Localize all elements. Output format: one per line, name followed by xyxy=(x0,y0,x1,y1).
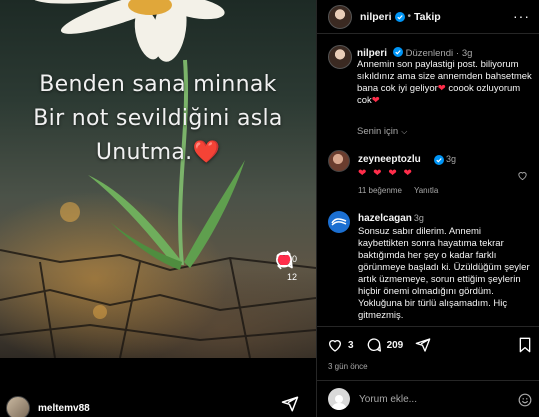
post-panel: nilperi • Takip ··· nilperi Düzenlendi ·… xyxy=(316,0,539,417)
overlay-text-line-1: Benden sana minnak xyxy=(39,72,277,97)
edited-label: Düzenlendi xyxy=(405,48,454,59)
comment-input[interactable] xyxy=(359,393,499,405)
author-avatar[interactable] xyxy=(328,4,352,29)
reel-action-bar: 90 12 xyxy=(274,250,310,290)
caption-text: Annemin son paylastigi post. biliyorum s… xyxy=(357,59,535,107)
emoji-icon[interactable] xyxy=(518,393,532,407)
overlay-text-line-3-label: Unutma. xyxy=(95,140,193,165)
reel-author[interactable]: meltemv88 xyxy=(6,396,90,417)
reel-video[interactable]: Benden sana minnak Bir not sevildiğini a… xyxy=(0,0,316,358)
see-translation-label[interactable]: Senin için xyxy=(357,126,398,137)
caption-dot: · xyxy=(455,48,460,59)
post-comment-count[interactable]: 209 xyxy=(387,340,404,351)
caption-time: 3g xyxy=(461,48,473,59)
send-icon[interactable] xyxy=(415,337,431,353)
post-like-count[interactable]: 3 xyxy=(348,340,354,351)
see-translation-link[interactable]: Senin için ⌵ xyxy=(357,126,407,137)
verified-badge-icon xyxy=(392,47,403,57)
comment-time: 3g xyxy=(413,213,424,223)
reel-author-avatar[interactable] xyxy=(6,396,30,417)
commenter-username[interactable]: hazelcagan xyxy=(358,213,412,224)
user-placeholder-icon xyxy=(331,395,347,410)
bookmark-icon[interactable] xyxy=(518,337,532,353)
overlay-text-line-2: Bir not sevildiğini asla xyxy=(33,106,283,131)
send-icon[interactable] xyxy=(281,395,299,413)
daisy-illustration xyxy=(0,0,316,358)
follow-button[interactable]: Takip xyxy=(414,11,441,23)
reply-button[interactable]: Yanıtla xyxy=(414,186,438,195)
comment-text: Sonsuz sabır dilerim. Annemi kaybettikte… xyxy=(358,226,530,321)
add-comment-bar xyxy=(317,380,539,417)
red-heart-emoji-icon: ❤️ xyxy=(192,140,221,165)
commenter-line: hazelcagan 3g xyxy=(358,213,424,224)
action-row: 3 209 xyxy=(327,337,431,353)
heart-emoji-icon: ❤ xyxy=(437,83,446,94)
wave-logo-icon xyxy=(331,218,347,226)
commenter-avatar[interactable] xyxy=(328,211,350,233)
current-user-avatar xyxy=(328,388,350,410)
caption-header: nilperi Düzenlendi · 3g xyxy=(357,47,472,59)
verified-badge-icon xyxy=(434,155,444,165)
post-actions: 3 209 3 gün önce xyxy=(317,326,539,371)
heart-emoji-icon: ❤ xyxy=(371,95,380,106)
separator-dot: • xyxy=(407,11,412,22)
heart-icon[interactable] xyxy=(517,170,528,181)
reel-author-username[interactable]: meltemv88 xyxy=(38,403,90,414)
chevron-down-icon: ⌵ xyxy=(401,127,408,136)
overlay-text-line-3: Unutma.❤️ xyxy=(0,140,316,165)
post-time-ago: 3 gün önce xyxy=(328,362,368,371)
commenter-avatar[interactable] xyxy=(328,150,350,172)
comment-icon[interactable] xyxy=(366,337,382,353)
caption-author-avatar[interactable] xyxy=(328,45,352,69)
comments-list[interactable]: nilperi Düzenlendi · 3g Annemin son payl… xyxy=(317,35,539,325)
repost-icon[interactable] xyxy=(274,250,294,270)
commenter-username[interactable]: zeyneeptozlu xyxy=(358,154,421,165)
more-icon[interactable]: ··· xyxy=(513,9,530,23)
author-username[interactable]: nilperi xyxy=(360,11,392,23)
caption-author[interactable]: nilperi xyxy=(357,48,387,59)
verified-badge-icon xyxy=(394,11,405,22)
comment-time: 3g xyxy=(446,154,457,164)
comment-likes[interactable]: 11 beğenme xyxy=(358,186,402,195)
post-header: nilperi • Takip ··· xyxy=(317,0,539,34)
comment-text: ❤ ❤ ❤ ❤ xyxy=(358,168,414,179)
reel-pane: Benden sana minnak Bir not sevildiğini a… xyxy=(0,0,316,417)
heart-icon[interactable] xyxy=(327,337,343,353)
reel-comment-count: 12 xyxy=(286,272,297,282)
comment-meta: 11 beğenme Yanıtla xyxy=(358,186,448,195)
